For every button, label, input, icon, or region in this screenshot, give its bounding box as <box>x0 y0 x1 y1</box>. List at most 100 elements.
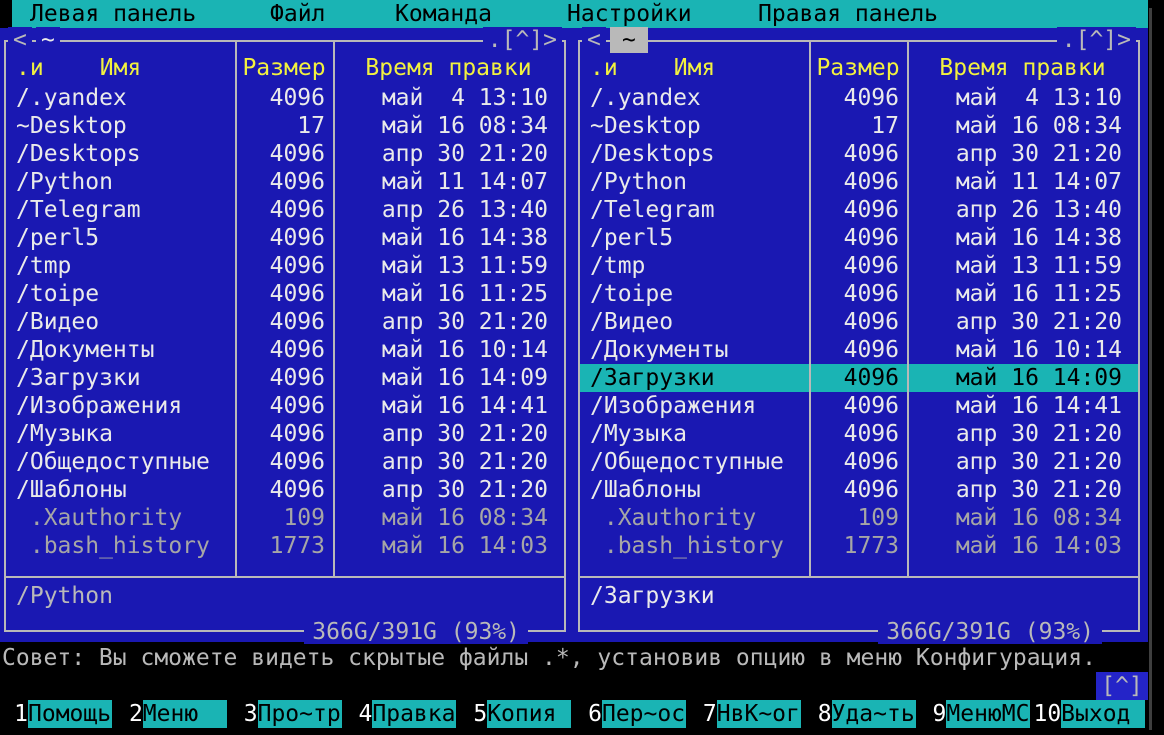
file-row[interactable]: /Общедоступные 4096 апр 30 21:20 <box>6 448 564 476</box>
menu-left-panel[interactable]: Левая панель <box>30 0 196 28</box>
column-header-name[interactable]: Имя <box>580 54 809 82</box>
file-mtime: апр 30 21:20 <box>907 140 1138 168</box>
file-row[interactable]: .bash_history 1773 май 16 14:03 <box>580 532 1138 560</box>
file-mtime: май 4 13:10 <box>333 84 564 112</box>
function-key-button[interactable]: 5 Копия <box>459 700 574 728</box>
file-row[interactable]: /Загрузки 4096 май 16 14:09 <box>580 364 1138 392</box>
file-name: /Python <box>580 168 809 196</box>
column-header-size[interactable]: Размер <box>235 54 333 82</box>
file-row[interactable]: /toipe 4096 май 16 11:25 <box>580 280 1138 308</box>
file-size: 4096 <box>809 224 907 252</box>
mc-terminal-screen: Левая панель Файл Команда Настройки Прав… <box>0 0 1164 735</box>
file-list: /.yandex 4096 май 4 13:10 ~Desktop 17 ма… <box>6 84 564 560</box>
function-key-number: 10 <box>1033 700 1061 728</box>
file-name: /Документы <box>580 336 809 364</box>
file-row[interactable]: /.yandex 4096 май 4 13:10 <box>6 84 564 112</box>
function-key-button[interactable]: 9 МенюMC <box>918 700 1033 728</box>
function-key-label: Копия <box>487 700 571 728</box>
file-name: /Desktops <box>6 140 235 168</box>
file-panel-left: < ~ .[^]> .и Имя Размер Время правки /.y… <box>4 40 566 632</box>
file-row[interactable]: /Документы 4096 май 16 10:14 <box>6 336 564 364</box>
file-row[interactable]: /perl5 4096 май 16 14:38 <box>6 224 564 252</box>
file-row[interactable]: /Видео 4096 апр 30 21:20 <box>6 308 564 336</box>
panel-path-active[interactable]: ~ <box>610 27 648 53</box>
column-header-size[interactable]: Размер <box>809 54 907 82</box>
file-name: /Загрузки <box>6 364 235 392</box>
file-size: 4096 <box>235 280 333 308</box>
function-key-button[interactable]: 2 Меню <box>115 700 230 728</box>
function-key-button[interactable]: 1 Помощь <box>0 700 115 728</box>
file-row[interactable]: /Документы 4096 май 16 10:14 <box>580 336 1138 364</box>
file-row[interactable]: /Видео 4096 апр 30 21:20 <box>580 308 1138 336</box>
function-key-button[interactable]: 4 Правка <box>344 700 459 728</box>
file-name: /Python <box>6 168 235 196</box>
file-row[interactable]: .Xauthority 109 май 16 08:34 <box>6 504 564 532</box>
file-row[interactable]: /tmp 4096 май 13 11:59 <box>6 252 564 280</box>
column-header-mtime[interactable]: Время правки <box>907 54 1138 82</box>
panel-nav-buttons[interactable]: .[^]> <box>1057 27 1136 53</box>
menu-right-panel[interactable]: Правая панель <box>758 0 938 28</box>
panel-nav-buttons[interactable]: .[^]> <box>483 27 562 53</box>
file-row[interactable]: /Telegram 4096 апр 26 13:40 <box>6 196 564 224</box>
terminal-scrollbar[interactable] <box>1149 8 1152 730</box>
scroll-up-widget[interactable]: [^] <box>1096 672 1148 700</box>
file-row[interactable]: /Шаблоны 4096 апр 30 21:20 <box>6 476 564 504</box>
hint-line: Совет: Вы сможете видеть скрытые файлы .… <box>2 644 1148 672</box>
file-row[interactable]: /Desktops 4096 апр 30 21:20 <box>580 140 1138 168</box>
file-size: 109 <box>235 504 333 532</box>
history-back-button[interactable]: < <box>582 27 606 53</box>
file-size: 4096 <box>809 336 907 364</box>
menu-options[interactable]: Настройки <box>567 0 692 28</box>
file-row[interactable]: ~Desktop 17 май 16 08:34 <box>6 112 564 140</box>
function-key-button[interactable]: 10 Выход <box>1033 700 1148 728</box>
file-size: 17 <box>235 112 333 140</box>
column-header-name[interactable]: Имя <box>6 54 235 82</box>
file-name: /Шаблоны <box>6 476 235 504</box>
panel-path[interactable]: ~ <box>36 27 60 53</box>
file-row[interactable]: /Изображения 4096 май 16 14:41 <box>6 392 564 420</box>
menu-bar: Левая панель Файл Команда Настройки Прав… <box>0 0 1148 28</box>
file-mtime: май 16 14:09 <box>907 364 1138 392</box>
file-row[interactable]: /Telegram 4096 апр 26 13:40 <box>580 196 1138 224</box>
file-row[interactable]: /Музыка 4096 апр 30 21:20 <box>580 420 1138 448</box>
file-name: .bash_history <box>6 532 235 560</box>
file-row[interactable]: /Загрузки 4096 май 16 14:09 <box>6 364 564 392</box>
column-header-mtime[interactable]: Время правки <box>333 54 564 82</box>
command-line[interactable]: nesmeyanov@W7800-800016899:~$ <box>2 672 1096 700</box>
file-row[interactable]: /perl5 4096 май 16 14:38 <box>580 224 1138 252</box>
file-size: 4096 <box>235 420 333 448</box>
file-mtime: май 16 14:41 <box>333 392 564 420</box>
file-row[interactable]: /tmp 4096 май 13 11:59 <box>580 252 1138 280</box>
file-row[interactable]: /Общедоступные 4096 апр 30 21:20 <box>580 448 1138 476</box>
function-key-button[interactable]: 6 Пер~ос <box>574 700 689 728</box>
file-row[interactable]: /Шаблоны 4096 апр 30 21:20 <box>580 476 1138 504</box>
file-row[interactable]: .bash_history 1773 май 16 14:03 <box>6 532 564 560</box>
file-row[interactable]: /Музыка 4096 апр 30 21:20 <box>6 420 564 448</box>
function-key-button[interactable]: 3 Про~тр <box>230 700 345 728</box>
file-mtime: апр 30 21:20 <box>333 308 564 336</box>
file-row[interactable]: /Изображения 4096 май 16 14:41 <box>580 392 1138 420</box>
file-row[interactable]: ~Desktop 17 май 16 08:34 <box>580 112 1138 140</box>
history-back-button[interactable]: < <box>8 27 32 53</box>
file-size: 4096 <box>809 84 907 112</box>
file-row[interactable]: .Xauthority 109 май 16 08:34 <box>580 504 1138 532</box>
file-row[interactable]: /toipe 4096 май 16 11:25 <box>6 280 564 308</box>
function-key-number: 3 <box>230 700 258 728</box>
file-row[interactable]: /Python 4096 май 11 14:07 <box>6 168 564 196</box>
function-key-bar: 1 Помощь 2 Меню 3 Про~тр 4 Правка 5 Копи… <box>0 700 1148 728</box>
menu-file[interactable]: Файл <box>270 0 325 28</box>
function-key-button[interactable]: 7 НвК~ог <box>689 700 804 728</box>
file-mtime: май 16 14:09 <box>333 364 564 392</box>
function-key-number: 8 <box>804 700 832 728</box>
file-size: 4096 <box>235 392 333 420</box>
file-row[interactable]: /Python 4096 май 11 14:07 <box>580 168 1138 196</box>
file-size: 4096 <box>809 364 907 392</box>
file-row[interactable]: /.yandex 4096 май 4 13:10 <box>580 84 1138 112</box>
function-key-label: Пер~ос <box>602 700 686 728</box>
function-key-button[interactable]: 8 Уда~ть <box>804 700 919 728</box>
function-key-label: Про~тр <box>258 700 342 728</box>
file-size: 4096 <box>809 448 907 476</box>
menu-command[interactable]: Команда <box>395 0 492 28</box>
file-row[interactable]: /Desktops 4096 апр 30 21:20 <box>6 140 564 168</box>
file-mtime: май 16 08:34 <box>333 504 564 532</box>
